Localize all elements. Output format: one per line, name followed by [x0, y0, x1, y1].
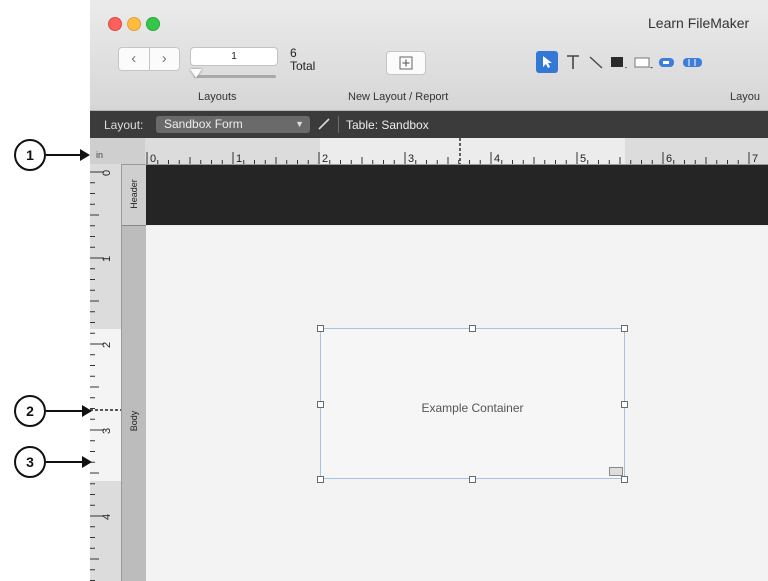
button-bar-tool[interactable]: [681, 51, 703, 73]
ruler-number: 1: [101, 256, 113, 262]
new-layout-icon: [399, 56, 413, 70]
layout-slider-track[interactable]: [194, 75, 276, 78]
ruler-number: 4: [101, 514, 113, 520]
zoom-window-button[interactable]: [146, 17, 160, 31]
layout-bar: Layout: Sandbox Form ▼ Table: Sandbox: [90, 111, 768, 138]
ruler-number: 2: [322, 153, 328, 164]
callout-1-arrowhead: [80, 149, 90, 161]
button-icon: [659, 58, 674, 67]
body-part-label[interactable]: Body: [129, 397, 139, 445]
chevron-down-icon: ▼: [295, 119, 304, 129]
callout-3: 3: [14, 446, 46, 478]
field-icon: [634, 57, 653, 69]
filemaker-window: Learn FileMaker ‹ › 1 6 Total Layouts Ne…: [90, 0, 768, 581]
field-tool[interactable]: [633, 51, 655, 73]
callout-2-arrowhead: [82, 405, 92, 417]
resize-handle-top-right[interactable]: [621, 325, 628, 332]
ruler-number: 4: [494, 153, 500, 164]
callout-1: 1: [14, 139, 46, 171]
container-label: Example Container: [421, 401, 524, 415]
ruler-number: 6: [666, 153, 672, 164]
header-part-tab[interactable]: Header: [122, 165, 146, 226]
table-label: Table: Sandbox: [346, 118, 429, 132]
example-container-object[interactable]: Example Container: [320, 328, 625, 479]
ruler-selection-highlight: [90, 329, 121, 481]
resize-handle-bottom-right[interactable]: [621, 476, 628, 483]
resize-handle-bottom[interactable]: [469, 476, 476, 483]
horizontal-ruler[interactable]: 0 1 2 3 4 5 6 7: [90, 138, 768, 165]
ruler-number: 1: [236, 153, 242, 164]
layout-count: 6 Total: [290, 47, 315, 73]
toolbar: Learn FileMaker ‹ › 1 6 Total Layouts Ne…: [90, 0, 768, 111]
layout-label: Layout:: [104, 118, 144, 132]
text-tool[interactable]: [563, 51, 583, 73]
ruler-number: 3: [408, 153, 414, 164]
layout-select[interactable]: Sandbox Form ▼: [156, 116, 310, 133]
new-layout-button[interactable]: [386, 51, 426, 75]
callout-1-arrow: [46, 154, 82, 156]
ruler-unit-label[interactable]: in: [96, 150, 103, 160]
pointer-tool[interactable]: [536, 51, 558, 73]
layout-number-field[interactable]: 1: [190, 47, 278, 66]
pencil-icon: [318, 118, 330, 130]
layout-slider-knob[interactable]: [190, 69, 202, 78]
previous-layout-button[interactable]: ‹: [119, 48, 150, 70]
button-bar-icon: [683, 58, 702, 67]
layout-nav-segment: ‹ ›: [118, 47, 180, 71]
shape-tool[interactable]: [608, 51, 630, 73]
resize-handle-bottom-left[interactable]: [317, 476, 324, 483]
header-part[interactable]: [146, 165, 768, 225]
button-tool[interactable]: [657, 51, 679, 73]
ruler-number: 3: [101, 428, 113, 434]
line-icon: [589, 56, 603, 69]
ruler-number: 7: [752, 153, 758, 164]
callout-2: 2: [14, 395, 46, 427]
resize-handle-left[interactable]: [317, 401, 324, 408]
resize-handle-right[interactable]: [621, 401, 628, 408]
layout-count-total-label: Total: [290, 59, 316, 73]
ruler-number: 5: [580, 153, 586, 164]
line-tool[interactable]: [587, 51, 605, 73]
vertical-ruler[interactable]: 0 1 2 3 4: [90, 164, 122, 581]
container-badge-icon: [609, 467, 623, 476]
minimize-window-button[interactable]: [127, 17, 141, 31]
vertical-ruler-ticks: 0 1 2 3 4: [90, 170, 121, 581]
text-icon: [567, 55, 579, 69]
header-part-label: Header: [129, 179, 139, 209]
layout-bar-divider: [338, 116, 339, 133]
next-layout-button[interactable]: ›: [150, 48, 180, 70]
resize-handle-top[interactable]: [469, 325, 476, 332]
ruler-number: 0: [101, 170, 113, 176]
callout-2-arrow: [46, 410, 84, 412]
horizontal-ruler-ticks: 0 1 2 3 4 5 6 7: [90, 138, 758, 164]
callout-3-arrowhead: [82, 456, 92, 468]
edit-layout-name-button[interactable]: [316, 116, 332, 137]
close-window-button[interactable]: [108, 17, 122, 31]
rectangle-icon: [611, 57, 627, 69]
part-label-strip: [122, 165, 146, 581]
window-title: Learn FileMaker: [648, 15, 750, 31]
layout-tools-label: Layou: [730, 91, 760, 103]
new-layout-label: New Layout / Report: [348, 91, 449, 103]
layout-select-value: Sandbox Form: [164, 117, 243, 131]
callout-3-arrow: [46, 461, 84, 463]
ruler-number: 0: [150, 153, 156, 164]
resize-handle-top-left[interactable]: [317, 325, 324, 332]
ruler-number: 2: [101, 342, 113, 348]
pointer-icon: [543, 56, 552, 68]
layouts-label: Layouts: [198, 91, 237, 103]
